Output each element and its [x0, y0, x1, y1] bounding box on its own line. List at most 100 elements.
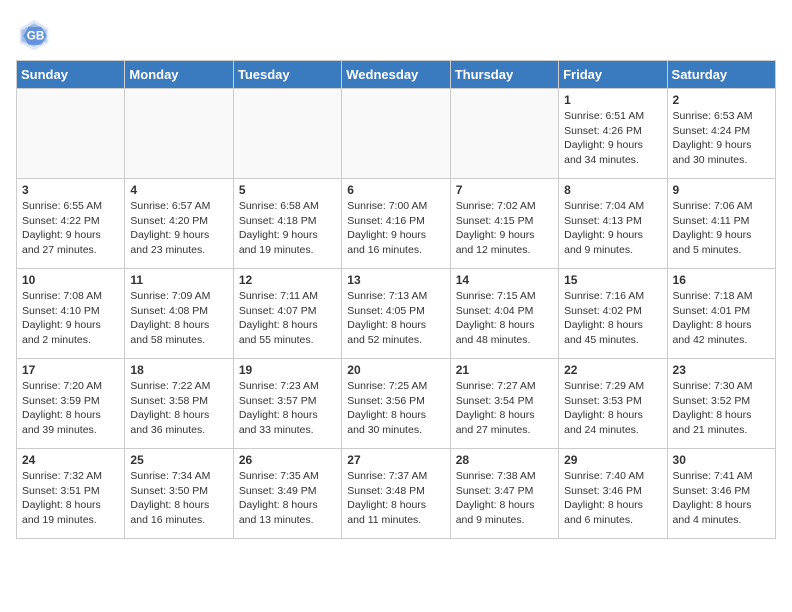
day-info: Sunrise: 7:18 AM Sunset: 4:01 PM Dayligh…	[673, 289, 770, 348]
calendar-cell: 3Sunrise: 6:55 AM Sunset: 4:22 PM Daylig…	[17, 179, 125, 269]
day-info: Sunrise: 7:06 AM Sunset: 4:11 PM Dayligh…	[673, 199, 770, 258]
week-row-4: 17 Sunrise: 7:20 AM Sunset: 3:59 PM Dayli…	[17, 359, 776, 449]
day-number: 6	[347, 183, 444, 197]
day-info: Sunrise: 7:32 AM Sunset: 3:51 PM Dayligh…	[22, 469, 119, 528]
calendar-cell: 10Sunrise: 7:08 AM Sunset: 4:10 PM Dayli…	[17, 269, 125, 359]
day-number: 17	[22, 363, 119, 377]
calendar-cell: 6 Sunrise: 7:00 AM Sunset: 4:16 PM Daylig…	[342, 179, 450, 269]
calendar-cell: 8 Sunrise: 7:04 AM Sunset: 4:13 PM Daylig…	[559, 179, 667, 269]
day-number: 12	[239, 273, 336, 287]
day-number: 8	[564, 183, 661, 197]
day-info: Sunrise: 7:35 AM Sunset: 3:49 PM Dayligh…	[239, 469, 336, 528]
day-header-sunday: Sunday	[17, 61, 125, 89]
calendar-cell: 21 Sunrise: 7:27 AM Sunset: 3:54 PM Dayli…	[450, 359, 558, 449]
calendar-cell: 20 Sunrise: 7:25 AM Sunset: 3:56 PM Dayli…	[342, 359, 450, 449]
week-row-1: 1 Sunrise: 6:51 AM Sunset: 4:26 PM Daylig…	[17, 89, 776, 179]
day-number: 15	[564, 273, 661, 287]
calendar-cell: 9 Sunrise: 7:06 AM Sunset: 4:11 PM Daylig…	[667, 179, 775, 269]
day-number: 27	[347, 453, 444, 467]
calendar-cell: 22 Sunrise: 7:29 AM Sunset: 3:53 PM Dayli…	[559, 359, 667, 449]
day-number: 20	[347, 363, 444, 377]
day-info: Sunrise: 7:30 AM Sunset: 3:52 PM Dayligh…	[673, 379, 770, 438]
day-info: Sunrise: 7:00 AM Sunset: 4:16 PM Dayligh…	[347, 199, 444, 258]
day-info: Sunrise: 7:20 AM Sunset: 3:59 PM Dayligh…	[22, 379, 119, 438]
day-number: 25	[130, 453, 227, 467]
day-info: Sunrise: 6:53 AM Sunset: 4:24 PM Dayligh…	[673, 109, 770, 168]
day-number: 26	[239, 453, 336, 467]
day-header-saturday: Saturday	[667, 61, 775, 89]
day-number: 30	[673, 453, 770, 467]
day-info: Sunrise: 7:41 AM Sunset: 3:46 PM Dayligh…	[673, 469, 770, 528]
calendar-cell: 28 Sunrise: 7:38 AM Sunset: 3:47 PM Dayli…	[450, 449, 558, 539]
day-header-monday: Monday	[125, 61, 233, 89]
day-info: Sunrise: 6:57 AM Sunset: 4:20 PM Dayligh…	[130, 199, 227, 258]
day-info: Sunrise: 7:38 AM Sunset: 3:47 PM Dayligh…	[456, 469, 553, 528]
calendar-cell: 25 Sunrise: 7:34 AM Sunset: 3:50 PM Dayli…	[125, 449, 233, 539]
calendar-cell: 15 Sunrise: 7:16 AM Sunset: 4:02 PM Dayli…	[559, 269, 667, 359]
calendar-cell: 27 Sunrise: 7:37 AM Sunset: 3:48 PM Dayli…	[342, 449, 450, 539]
day-info: Sunrise: 7:16 AM Sunset: 4:02 PM Dayligh…	[564, 289, 661, 348]
week-row-2: 3Sunrise: 6:55 AM Sunset: 4:22 PM Daylig…	[17, 179, 776, 269]
day-info: Sunrise: 7:25 AM Sunset: 3:56 PM Dayligh…	[347, 379, 444, 438]
day-number: 21	[456, 363, 553, 377]
day-info: Sunrise: 7:02 AM Sunset: 4:15 PM Dayligh…	[456, 199, 553, 258]
day-number: 28	[456, 453, 553, 467]
day-number: 11	[130, 273, 227, 287]
calendar-cell: 19 Sunrise: 7:23 AM Sunset: 3:57 PM Dayli…	[233, 359, 341, 449]
day-number: 18	[130, 363, 227, 377]
calendar-cell: 13 Sunrise: 7:13 AM Sunset: 4:05 PM Dayli…	[342, 269, 450, 359]
day-number: 14	[456, 273, 553, 287]
page-header: GB	[16, 16, 776, 52]
calendar-cell: 26 Sunrise: 7:35 AM Sunset: 3:49 PM Dayli…	[233, 449, 341, 539]
day-number: 23	[673, 363, 770, 377]
day-number: 24	[22, 453, 119, 467]
day-info: Sunrise: 7:37 AM Sunset: 3:48 PM Dayligh…	[347, 469, 444, 528]
day-info: Sunrise: 7:27 AM Sunset: 3:54 PM Dayligh…	[456, 379, 553, 438]
day-number: 2	[673, 93, 770, 107]
day-header-friday: Friday	[559, 61, 667, 89]
day-info: Sunrise: 7:22 AM Sunset: 3:58 PM Dayligh…	[130, 379, 227, 438]
calendar-cell: 12 Sunrise: 7:11 AM Sunset: 4:07 PM Dayli…	[233, 269, 341, 359]
calendar-cell: 17 Sunrise: 7:20 AM Sunset: 3:59 PM Dayli…	[17, 359, 125, 449]
day-number: 22	[564, 363, 661, 377]
day-info: Sunrise: 7:34 AM Sunset: 3:50 PM Dayligh…	[130, 469, 227, 528]
day-number: 29	[564, 453, 661, 467]
calendar-cell: 16 Sunrise: 7:18 AM Sunset: 4:01 PM Dayli…	[667, 269, 775, 359]
calendar-cell	[17, 89, 125, 179]
calendar-cell: 2 Sunrise: 6:53 AM Sunset: 4:24 PM Daylig…	[667, 89, 775, 179]
calendar-cell	[450, 89, 558, 179]
calendar-cell	[125, 89, 233, 179]
calendar-cell: 23 Sunrise: 7:30 AM Sunset: 3:52 PM Dayli…	[667, 359, 775, 449]
week-row-5: 24 Sunrise: 7:32 AM Sunset: 3:51 PM Dayli…	[17, 449, 776, 539]
logo: GB	[16, 16, 56, 52]
day-info: Sunrise: 7:11 AM Sunset: 4:07 PM Dayligh…	[239, 289, 336, 348]
day-number: 1	[564, 93, 661, 107]
calendar-table: SundayMondayTuesdayWednesdayThursdayFrid…	[16, 60, 776, 539]
day-number: 13	[347, 273, 444, 287]
calendar-cell: 7Sunrise: 7:02 AM Sunset: 4:15 PM Daylig…	[450, 179, 558, 269]
calendar-cell: 5Sunrise: 6:58 AM Sunset: 4:18 PM Daylig…	[233, 179, 341, 269]
day-info: Sunrise: 7:08 AM Sunset: 4:10 PM Dayligh…	[22, 289, 119, 348]
calendar-cell: 30 Sunrise: 7:41 AM Sunset: 3:46 PM Dayli…	[667, 449, 775, 539]
day-info: Sunrise: 7:40 AM Sunset: 3:46 PM Dayligh…	[564, 469, 661, 528]
calendar-cell: 11Sunrise: 7:09 AM Sunset: 4:08 PM Dayli…	[125, 269, 233, 359]
day-info: Sunrise: 7:23 AM Sunset: 3:57 PM Dayligh…	[239, 379, 336, 438]
calendar-cell: 14Sunrise: 7:15 AM Sunset: 4:04 PM Dayli…	[450, 269, 558, 359]
calendar-cell	[233, 89, 341, 179]
day-info: Sunrise: 6:51 AM Sunset: 4:26 PM Dayligh…	[564, 109, 661, 168]
day-info: Sunrise: 7:29 AM Sunset: 3:53 PM Dayligh…	[564, 379, 661, 438]
day-info: Sunrise: 7:04 AM Sunset: 4:13 PM Dayligh…	[564, 199, 661, 258]
calendar-cell: 24 Sunrise: 7:32 AM Sunset: 3:51 PM Dayli…	[17, 449, 125, 539]
svg-text:GB: GB	[27, 29, 45, 42]
day-header-wednesday: Wednesday	[342, 61, 450, 89]
day-number: 9	[673, 183, 770, 197]
calendar-header-row: SundayMondayTuesdayWednesdayThursdayFrid…	[17, 61, 776, 89]
calendar-cell: 29 Sunrise: 7:40 AM Sunset: 3:46 PM Dayli…	[559, 449, 667, 539]
day-number: 4	[130, 183, 227, 197]
day-number: 19	[239, 363, 336, 377]
logo-icon: GB	[16, 16, 52, 52]
day-number: 16	[673, 273, 770, 287]
day-info: Sunrise: 7:13 AM Sunset: 4:05 PM Dayligh…	[347, 289, 444, 348]
day-info: Sunrise: 6:58 AM Sunset: 4:18 PM Dayligh…	[239, 199, 336, 258]
day-header-thursday: Thursday	[450, 61, 558, 89]
